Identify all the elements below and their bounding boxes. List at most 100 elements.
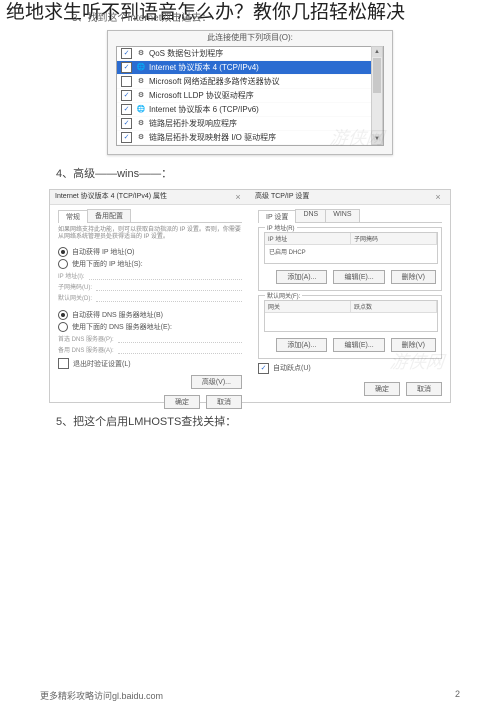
item-label: 链路层拓扑发现映射器 I/O 驱动程序 bbox=[149, 132, 276, 143]
remove-button[interactable]: 删除(V) bbox=[391, 338, 436, 352]
list-item[interactable]: 🌐Internet 协议版本 4 (TCP/IPv4) bbox=[117, 61, 383, 75]
radio-label: 使用下面的 DNS 服务器地址(E): bbox=[72, 322, 172, 332]
ok-button[interactable]: 确定 bbox=[164, 395, 200, 409]
list-item[interactable]: ⚙Microsoft LLDP 协议驱动程序 bbox=[117, 89, 383, 103]
cancel-button[interactable]: 取消 bbox=[406, 382, 442, 396]
col-subnet: 子网掩码 bbox=[351, 233, 437, 244]
item-label: 链路层拓扑发现响应程序 bbox=[149, 118, 237, 129]
radio-auto-dns[interactable]: 自动获得 DNS 服务器地址(B) bbox=[58, 310, 242, 320]
radio-on-icon bbox=[58, 247, 68, 257]
radio-off-icon bbox=[58, 259, 68, 269]
screenshot-network-items: 此连接使用下列项目(O): ⚙QoS 数据包计划程序🌐Internet 协议版本… bbox=[107, 30, 393, 155]
advanced-button[interactable]: 高级(V)... bbox=[191, 375, 242, 389]
scroll-thumb[interactable] bbox=[373, 58, 381, 93]
page-number: 2 bbox=[455, 689, 460, 702]
protocol-icon: ⚙ bbox=[136, 132, 146, 142]
edit-button[interactable]: 编辑(E)... bbox=[333, 270, 384, 284]
step-4: 4、高级——wins——： bbox=[0, 165, 500, 181]
radio-auto-ip[interactable]: 自动获得 IP 地址(O) bbox=[58, 247, 242, 257]
table-row: 已启用 DHCP bbox=[265, 245, 437, 258]
remove-button[interactable]: 删除(V) bbox=[391, 270, 436, 284]
dialog-title: 高级 TCP/IP 设置 bbox=[255, 190, 309, 204]
protocol-icon: ⚙ bbox=[136, 90, 146, 100]
field-ip: IP 地址(I): bbox=[58, 271, 242, 280]
item-label: Microsoft 网络适配器多路传送器协议 bbox=[149, 76, 280, 87]
add-button[interactable]: 添加(A)... bbox=[276, 338, 327, 352]
scroll-down-icon[interactable]: ▼ bbox=[372, 134, 382, 144]
checkbox-icon[interactable] bbox=[121, 48, 132, 59]
radio-label: 自动获得 IP 地址(O) bbox=[72, 247, 134, 257]
field-dns2: 备用 DNS 服务器(A): bbox=[58, 345, 242, 354]
item-label: Microsoft LLDP 协议驱动程序 bbox=[149, 90, 254, 101]
radio-off-icon bbox=[58, 322, 68, 332]
list-caption: 此连接使用下列项目(O): bbox=[108, 31, 392, 44]
checkbox-icon[interactable] bbox=[121, 118, 132, 129]
col-metric: 跃点数 bbox=[351, 301, 437, 312]
edit-button[interactable]: 编辑(E)... bbox=[333, 338, 384, 352]
dialog-titlebar: 高级 TCP/IP 设置 × bbox=[250, 190, 450, 205]
list-item[interactable]: ⚙QoS 数据包计划程序 bbox=[117, 47, 383, 61]
field-subnet: 子网掩码(U): bbox=[58, 282, 242, 291]
close-icon[interactable]: × bbox=[231, 190, 245, 204]
protocol-icon: ⚙ bbox=[136, 48, 146, 58]
protocol-icon: ⚙ bbox=[136, 76, 146, 86]
tab-bar: IP 设置 DNS WINS bbox=[258, 209, 442, 223]
checkbox-validate[interactable]: 退出时验证设置(L) bbox=[58, 358, 242, 369]
scroll-up-icon[interactable]: ▲ bbox=[372, 47, 382, 57]
tab-general[interactable]: 常规 bbox=[58, 210, 88, 223]
tab-ip-settings[interactable]: IP 设置 bbox=[258, 210, 296, 223]
checkbox-label: 自动跃点(U) bbox=[273, 363, 311, 373]
tab-bar: 常规 备用配置 bbox=[58, 209, 242, 223]
tab-dns[interactable]: DNS bbox=[295, 209, 326, 222]
checkbox-icon bbox=[58, 358, 69, 369]
advanced-tcpip-dialog: 高级 TCP/IP 设置 × IP 设置 DNS WINS IP 地址(R) I… bbox=[250, 190, 450, 402]
ok-button[interactable]: 确定 bbox=[364, 382, 400, 396]
dialog-titlebar: Internet 协议版本 4 (TCP/IPv4) 属性 × bbox=[50, 190, 250, 205]
group-ip-addresses: IP 地址(R) IP 地址子网掩码 已启用 DHCP 添加(A)... 编辑(… bbox=[258, 227, 442, 291]
col-ip: IP 地址 bbox=[265, 233, 351, 244]
item-label: QoS 数据包计划程序 bbox=[149, 48, 223, 59]
checkbox-icon[interactable] bbox=[121, 76, 132, 87]
field-gateway: 默认网关(D): bbox=[58, 293, 242, 302]
page-footer: 更多精彩攻略访问gl.baidu.com 2 bbox=[0, 689, 500, 702]
ip-table: IP 地址子网掩码 已启用 DHCP bbox=[264, 232, 438, 264]
group-legend: IP 地址(R) bbox=[265, 223, 297, 232]
scrollbar[interactable]: ▲ ▼ bbox=[371, 46, 383, 145]
add-button[interactable]: 添加(A)... bbox=[276, 270, 327, 284]
radio-on-icon bbox=[58, 310, 68, 320]
tab-wins[interactable]: WINS bbox=[325, 209, 359, 222]
cancel-button[interactable]: 取消 bbox=[206, 395, 242, 409]
checkbox-icon[interactable] bbox=[121, 90, 132, 101]
checkbox-auto-metric[interactable]: 自动跃点(U) bbox=[258, 363, 442, 374]
tab-alternate[interactable]: 备用配置 bbox=[87, 209, 131, 222]
group-gateways: 默认网关(F): 网关跃点数 添加(A)... 编辑(E)... 删除(V) bbox=[258, 295, 442, 359]
screenshot-dialogs: Internet 协议版本 4 (TCP/IPv4) 属性 × 常规 备用配置 … bbox=[49, 189, 451, 403]
footer-link: 更多精彩攻略访问gl.baidu.com bbox=[40, 689, 163, 702]
gateway-table: 网关跃点数 bbox=[264, 300, 438, 332]
list-item[interactable]: ⚙Microsoft 网络适配器多路传送器协议 bbox=[117, 75, 383, 89]
item-label: Internet 协议版本 4 (TCP/IPv4) bbox=[149, 62, 259, 73]
dialog-title: Internet 协议版本 4 (TCP/IPv4) 属性 bbox=[55, 190, 167, 204]
hint-text: 如果网络支持此功能，则可以获取自动指派的 IP 设置。否则，你需要从网络系统管理… bbox=[58, 227, 242, 243]
radio-label: 自动获得 DNS 服务器地址(B) bbox=[72, 310, 163, 320]
list-item[interactable]: ⚙链路层拓扑发现映射器 I/O 驱动程序 bbox=[117, 131, 383, 145]
checkbox-icon[interactable] bbox=[121, 104, 132, 115]
checkbox-icon bbox=[258, 363, 269, 374]
radio-manual-dns[interactable]: 使用下面的 DNS 服务器地址(E): bbox=[58, 322, 242, 332]
radio-manual-ip[interactable]: 使用下面的 IP 地址(S): bbox=[58, 259, 242, 269]
protocol-icon: 🌐 bbox=[136, 104, 146, 114]
protocol-icon: ⚙ bbox=[136, 118, 146, 128]
step-5: 5、把这个启用LMHOSTS查找关掉： bbox=[0, 413, 500, 429]
item-label: Internet 协议版本 6 (TCP/IPv6) bbox=[149, 104, 259, 115]
group-legend: 默认网关(F): bbox=[265, 291, 302, 300]
checkbox-icon[interactable] bbox=[121, 62, 132, 73]
ipv4-properties-dialog: Internet 协议版本 4 (TCP/IPv4) 属性 × 常规 备用配置 … bbox=[50, 190, 251, 402]
network-items-list: ⚙QoS 数据包计划程序🌐Internet 协议版本 4 (TCP/IPv4)⚙… bbox=[116, 46, 384, 146]
close-icon[interactable]: × bbox=[431, 190, 445, 204]
col-gateway: 网关 bbox=[265, 301, 351, 312]
radio-label: 使用下面的 IP 地址(S): bbox=[72, 259, 143, 269]
checkbox-icon[interactable] bbox=[121, 132, 132, 143]
field-dns1: 首选 DNS 服务器(P): bbox=[58, 334, 242, 343]
list-item[interactable]: 🌐Internet 协议版本 6 (TCP/IPv6) bbox=[117, 103, 383, 117]
list-item[interactable]: ⚙链路层拓扑发现响应程序 bbox=[117, 117, 383, 131]
